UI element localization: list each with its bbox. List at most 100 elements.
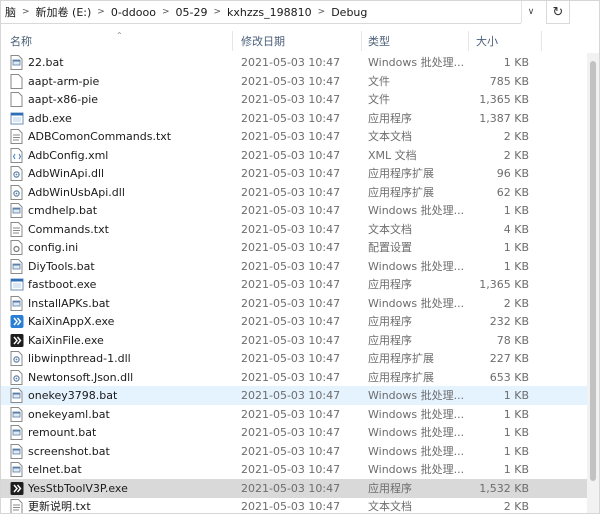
file-size: 232 KB bbox=[489, 315, 529, 328]
bat-icon bbox=[10, 443, 23, 459]
file-row[interactable]: screenshot.bat 2021-05-03 10:47 Windows 批处… bbox=[1, 442, 587, 461]
file-date: 2021-05-03 10:47 bbox=[241, 463, 341, 476]
file-type: 应用程序 bbox=[368, 315, 412, 328]
breadcrumb-folder-1[interactable]: 0-ddooo bbox=[107, 6, 160, 19]
file-row[interactable]: Commands.txt 2021-05-03 10:47 文本文档 4 KB bbox=[1, 220, 587, 239]
file-row[interactable]: ADBComonCommands.txt 2021-05-03 10:47 文本文档… bbox=[1, 127, 587, 146]
address-bar[interactable]: 脑 > 新加卷 (E:) > 0-ddooo > 05-29 > kxhzzs_… bbox=[1, 1, 521, 24]
breadcrumb-drive[interactable]: 新加卷 (E:) bbox=[32, 4, 96, 20]
file-row[interactable]: adb.exe 2021-05-03 10:47 应用程序 1,387 KB bbox=[1, 109, 587, 128]
file-size: 2 KB bbox=[503, 500, 529, 513]
file-type: Windows 批处理... bbox=[368, 407, 465, 421]
file-row[interactable]: libwinpthread-1.dll 2021-05-03 10:47 应用程序扩… bbox=[1, 349, 587, 368]
refresh-icon[interactable]: ↻ bbox=[546, 1, 570, 24]
file-row[interactable]: onekeyaml.bat 2021-05-03 10:47 Windows 批处理… bbox=[1, 405, 587, 424]
file-row[interactable]: telnet.bat 2021-05-03 10:47 Windows 批处理...… bbox=[1, 460, 587, 479]
column-divider[interactable] bbox=[541, 31, 542, 51]
file-row[interactable]: InstallAPKs.bat 2021-05-03 10:47 Windows 批… bbox=[1, 294, 587, 313]
column-size-header[interactable]: 大小 bbox=[476, 29, 536, 53]
file-type: 文件 bbox=[368, 74, 390, 88]
file-row[interactable]: KaiXinFile.exe 2021-05-03 10:47 应用程序 78 KB bbox=[1, 331, 587, 350]
file-name: Commands.txt bbox=[28, 222, 109, 236]
file-name: ADBComonCommands.txt bbox=[28, 130, 172, 143]
bat-icon bbox=[10, 462, 23, 477]
file-name: 22.bat bbox=[28, 56, 64, 69]
file-type: Windows 批处理... bbox=[368, 444, 465, 458]
breadcrumb-separator-icon[interactable]: > bbox=[95, 7, 107, 17]
file-row[interactable]: YesStbToolV3P.exe 2021-05-03 10:47 应用程序 1,5… bbox=[1, 478, 587, 498]
file-row[interactable]: 更新说明.txt 2021-05-03 10:47 文本文档 2 KB bbox=[1, 497, 587, 513]
file-row[interactable]: Newtonsoft.Json.dll 2021-05-03 10:47 应用程序扩… bbox=[1, 368, 587, 387]
file-row[interactable]: 22.bat 2021-05-03 10:47 Windows 批处理... 1 KB bbox=[1, 53, 587, 72]
file-name: onekey3798.bat bbox=[28, 389, 118, 402]
file-type: 应用程序扩展 bbox=[368, 370, 434, 384]
file-name: AdbWinUsbApi.dll bbox=[28, 185, 125, 199]
file-date: 2021-05-03 10:47 bbox=[241, 389, 341, 402]
file-size: 1 KB bbox=[503, 259, 529, 273]
file-date: 2021-05-03 10:47 bbox=[241, 111, 341, 125]
file-name: YesStbToolV3P.exe bbox=[28, 481, 128, 495]
app-dark-icon bbox=[10, 481, 24, 496]
file-row[interactable]: KaiXinAppX.exe 2021-05-03 10:47 应用程序 232 KB bbox=[1, 312, 587, 331]
file-row[interactable]: aapt-arm-pie 2021-05-03 10:47 文件 785 KB bbox=[1, 72, 587, 91]
file-size: 1,365 KB bbox=[479, 278, 529, 291]
breadcrumb-separator-icon[interactable]: > bbox=[20, 7, 32, 17]
file-type: Windows 批处理... bbox=[368, 204, 465, 217]
file-name: onekeyaml.bat bbox=[28, 407, 110, 421]
file-size: 1 KB bbox=[503, 407, 529, 421]
file-size: 78 KB bbox=[496, 333, 529, 347]
file-size: 4 KB bbox=[503, 222, 529, 236]
file-date: 2021-05-03 10:47 bbox=[241, 185, 341, 199]
bat-icon bbox=[10, 425, 23, 440]
breadcrumb-separator-icon[interactable]: > bbox=[160, 7, 172, 17]
file-row[interactable]: onekey3798.bat 2021-05-03 10:47 Windows 批处… bbox=[1, 386, 587, 405]
file-size: 1,365 KB bbox=[479, 93, 529, 106]
app-dark-icon bbox=[10, 333, 24, 348]
column-divider[interactable] bbox=[468, 31, 469, 51]
file-row[interactable]: DiyTools.bat 2021-05-03 10:47 Windows 批处理.… bbox=[1, 257, 587, 276]
file-row[interactable]: config.ini 2021-05-03 10:47 配置设置 1 KB bbox=[1, 238, 587, 257]
address-history-chevron-down-icon[interactable]: ∨ bbox=[521, 1, 540, 23]
file-name: InstallAPKs.bat bbox=[28, 296, 110, 310]
breadcrumb-folder-2[interactable]: 05-29 bbox=[172, 6, 212, 19]
breadcrumb-folder-3[interactable]: kxhzzs_198810 bbox=[223, 6, 316, 19]
file-date: 2021-05-03 10:47 bbox=[241, 204, 341, 217]
file-name: libwinpthread-1.dll bbox=[28, 352, 131, 365]
file-date: 2021-05-03 10:47 bbox=[241, 296, 341, 310]
file-row[interactable]: AdbConfig.xml 2021-05-03 10:47 XML 文档 2 KB bbox=[1, 146, 587, 165]
app-blue-icon bbox=[10, 314, 24, 329]
file-size: 785 KB bbox=[489, 74, 529, 88]
file-date: 2021-05-03 10:47 bbox=[241, 333, 341, 347]
file-row[interactable]: fastboot.exe 2021-05-03 10:47 应用程序 1,365 KB bbox=[1, 275, 587, 294]
file-row[interactable]: remount.bat 2021-05-03 10:47 Windows 批处理..… bbox=[1, 423, 587, 442]
file-row[interactable]: AdbWinUsbApi.dll 2021-05-03 10:47 应用程序扩展 62… bbox=[1, 183, 587, 202]
breadcrumb-separator-icon[interactable]: > bbox=[211, 7, 223, 17]
file-type: XML 文档 bbox=[368, 148, 417, 162]
file-size: 1 KB bbox=[503, 241, 529, 254]
file-name: aapt-arm-pie bbox=[28, 74, 100, 88]
file-size: 1,532 KB bbox=[479, 481, 529, 495]
file-row[interactable]: aapt-x86-pie 2021-05-03 10:47 文件 1,365 KB bbox=[1, 90, 587, 109]
file-name: config.ini bbox=[28, 241, 79, 254]
file-type: 应用程序扩展 bbox=[368, 352, 434, 365]
explorer-window: 脑 > 新加卷 (E:) > 0-ddooo > 05-29 > kxhzzs_… bbox=[0, 0, 600, 514]
breadcrumb-separator-icon[interactable]: > bbox=[316, 7, 328, 17]
breadcrumb-computer[interactable]: 脑 bbox=[1, 4, 20, 20]
file-row[interactable]: AdbWinApi.dll 2021-05-03 10:47 应用程序扩展 96 KB bbox=[1, 164, 587, 183]
column-divider[interactable] bbox=[361, 31, 362, 51]
xml-icon bbox=[10, 147, 23, 163]
file-size: 227 KB bbox=[489, 352, 529, 365]
file-type: 文本文档 bbox=[368, 130, 412, 143]
file-type: 应用程序 bbox=[368, 481, 412, 495]
column-divider[interactable] bbox=[232, 31, 233, 51]
file-name: adb.exe bbox=[28, 111, 72, 125]
file-size: 1 KB bbox=[503, 56, 529, 69]
scrollbar-thumb[interactable] bbox=[590, 61, 596, 481]
file-name: cmdhelp.bat bbox=[28, 204, 98, 217]
txt-icon bbox=[10, 499, 23, 513]
file-row[interactable]: cmdhelp.bat 2021-05-03 10:47 Windows 批处理..… bbox=[1, 201, 587, 220]
breadcrumb-current[interactable]: Debug bbox=[327, 6, 371, 19]
file-date: 2021-05-03 10:47 bbox=[241, 352, 341, 365]
column-date-header[interactable]: 修改日期 bbox=[241, 29, 356, 53]
column-type-header[interactable]: 类型 bbox=[368, 29, 463, 53]
